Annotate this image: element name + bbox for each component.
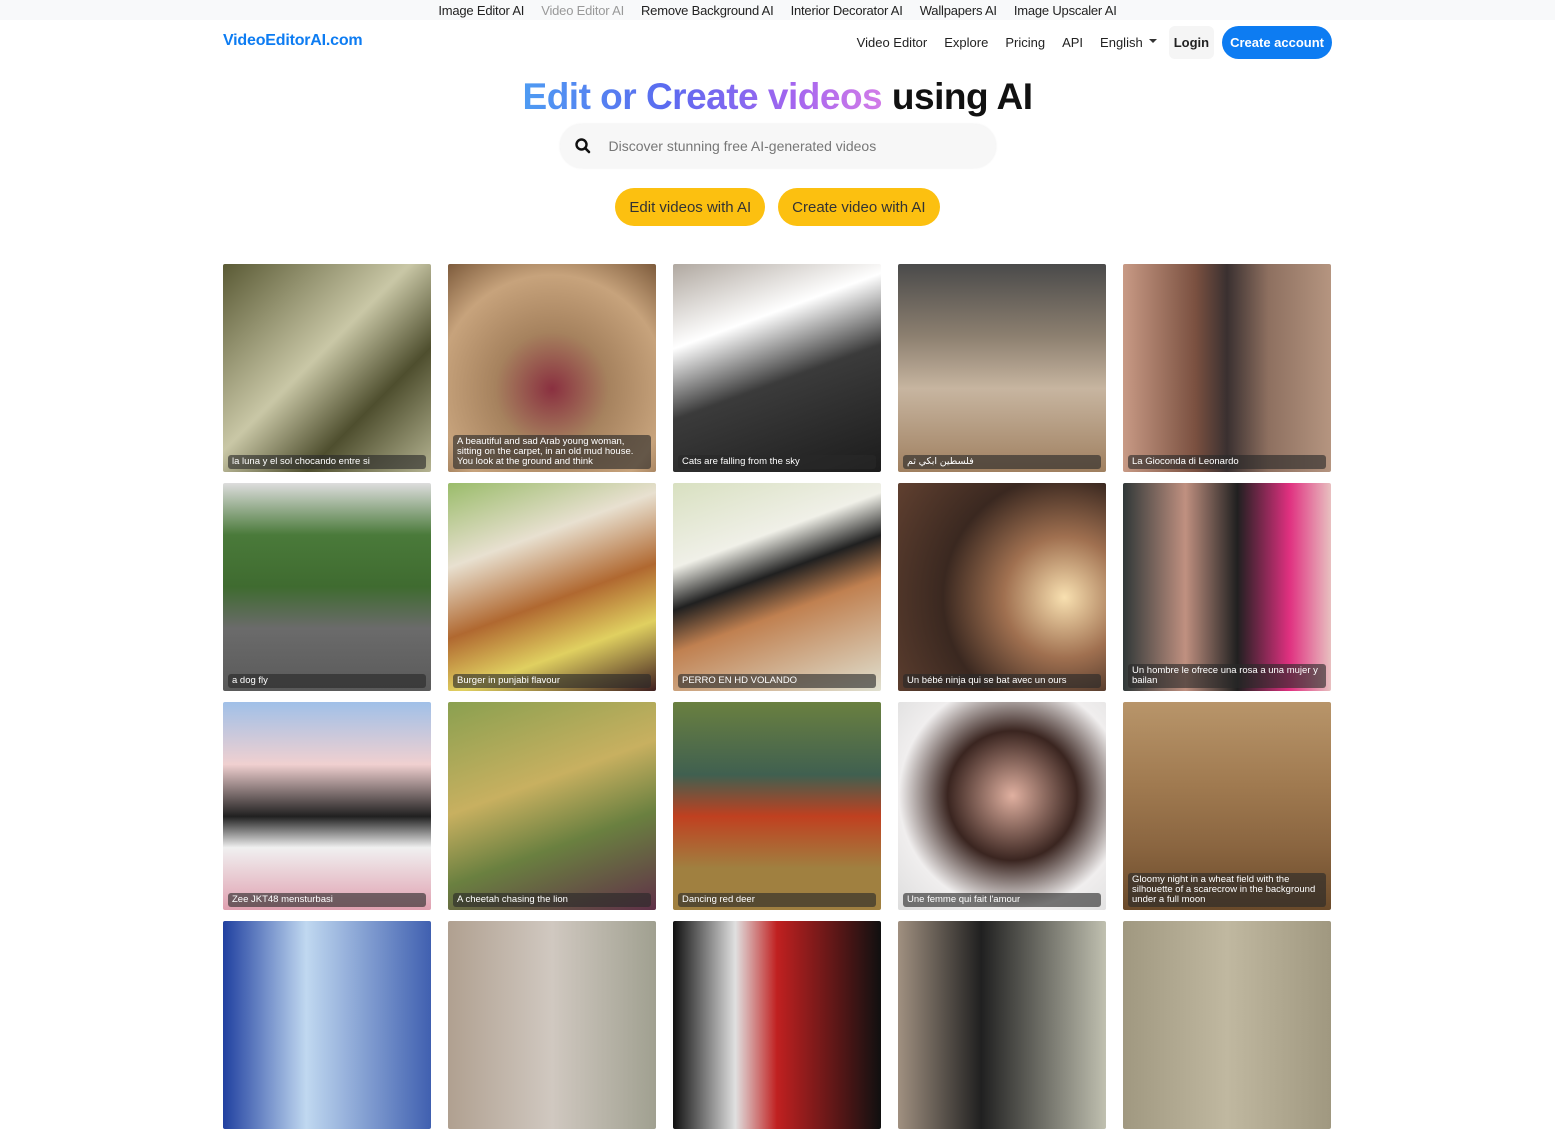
title-gradient-text: Edit or Create videos [522,76,883,117]
video-tile[interactable]: فلسطين ابكي ثم [898,264,1106,472]
video-tile[interactable] [448,921,656,1129]
video-caption: a dog fly [228,674,426,688]
video-caption: PERRO EN HD VOLANDO [678,674,876,688]
topbar-link-image-upscaler[interactable]: Image Upscaler AI [1014,3,1117,18]
nav-explore[interactable]: Explore [944,35,988,50]
video-caption: فلسطين ابكي ثم [903,455,1101,469]
video-tile[interactable]: Zee JKT48 mensturbasi [223,702,431,910]
video-caption: Dancing red deer [678,893,876,907]
video-caption: Un hombre le ofrece una rosa a una mujer… [1128,664,1326,688]
video-caption: Cats are falling from the sky [678,455,876,469]
video-tile[interactable]: Un bébé ninja qui se bat avec un ours [898,483,1106,691]
video-tile[interactable]: Une femme qui fait l'amour [898,702,1106,910]
video-caption: Un bébé ninja qui se bat avec un ours [903,674,1101,688]
video-tile[interactable]: A beautiful and sad Arab young woman, si… [448,264,656,472]
hero-section: Edit or Create videos using AI Edit vide… [0,75,1555,226]
video-tile[interactable]: La Gioconda di Leonardo [1123,264,1331,472]
video-caption: Zee JKT48 mensturbasi [228,893,426,907]
language-label: English [1100,34,1143,50]
topbar-link-image-editor[interactable]: Image Editor AI [438,3,524,18]
video-tile[interactable] [898,921,1106,1129]
create-account-button[interactable]: Create account [1222,25,1332,59]
topbar-link-wallpapers[interactable]: Wallpapers AI [920,3,997,18]
edit-videos-button[interactable]: Edit videos with AI [615,188,766,226]
nav-links: Video Editor Explore Pricing API English… [857,25,1332,59]
topbar-link-remove-background[interactable]: Remove Background AI [641,3,774,18]
nav-api[interactable]: API [1062,35,1083,50]
topbar-link-interior-decorator[interactable]: Interior Decorator AI [791,3,903,18]
video-tile[interactable]: Un hombre le ofrece una rosa a una mujer… [1123,483,1331,691]
title-plain-text: using AI [891,76,1033,117]
topbar-link-video-editor[interactable]: Video Editor AI [541,3,624,18]
video-caption: Une femme qui fait l'amour [903,893,1101,907]
video-tile[interactable] [673,921,881,1129]
video-caption: La Gioconda di Leonardo [1128,455,1326,469]
video-caption: Burger in punjabi flavour [453,674,651,688]
search-bar [559,124,996,168]
video-tile[interactable]: Burger in punjabi flavour [448,483,656,691]
video-tile[interactable]: la luna y el sol chocando entre si [223,264,431,472]
video-gallery: la luna y el sol chocando entre si A beau… [223,264,1333,1129]
caret-down-icon [1148,39,1157,44]
video-tile[interactable] [1123,921,1331,1129]
search-input[interactable] [608,138,969,154]
nav-video-editor[interactable]: Video Editor [857,35,928,50]
brand-logo[interactable]: VideoEditorAI.com [223,32,363,50]
video-tile[interactable]: A cheetah chasing the lion [448,702,656,910]
page-title: Edit or Create videos using AI [0,75,1555,119]
video-caption: Gloomy night in a wheat field with the s… [1128,873,1326,907]
video-caption: A beautiful and sad Arab young woman, si… [453,435,651,469]
video-tile[interactable]: PERRO EN HD VOLANDO [673,483,881,691]
main-navbar: VideoEditorAI.com Video Editor Explore P… [0,20,1555,64]
cta-buttons: Edit videos with AI Create video with AI [0,188,1555,226]
product-switcher-bar: Image Editor AI Video Editor AI Remove B… [0,0,1555,20]
nav-pricing[interactable]: Pricing [1005,35,1045,50]
video-tile[interactable]: Cats are falling from the sky [673,264,881,472]
login-button[interactable]: Login [1168,25,1215,59]
video-caption: la luna y el sol chocando entre si [228,455,426,469]
video-tile[interactable] [223,921,431,1129]
search-icon [574,138,590,154]
create-video-button[interactable]: Create video with AI [778,188,940,226]
video-tile[interactable]: Dancing red deer [673,702,881,910]
video-caption: A cheetah chasing the lion [453,893,651,907]
video-tile[interactable]: Gloomy night in a wheat field with the s… [1123,702,1331,910]
video-tile[interactable]: a dog fly [223,483,431,691]
language-dropdown[interactable]: English [1100,35,1157,50]
